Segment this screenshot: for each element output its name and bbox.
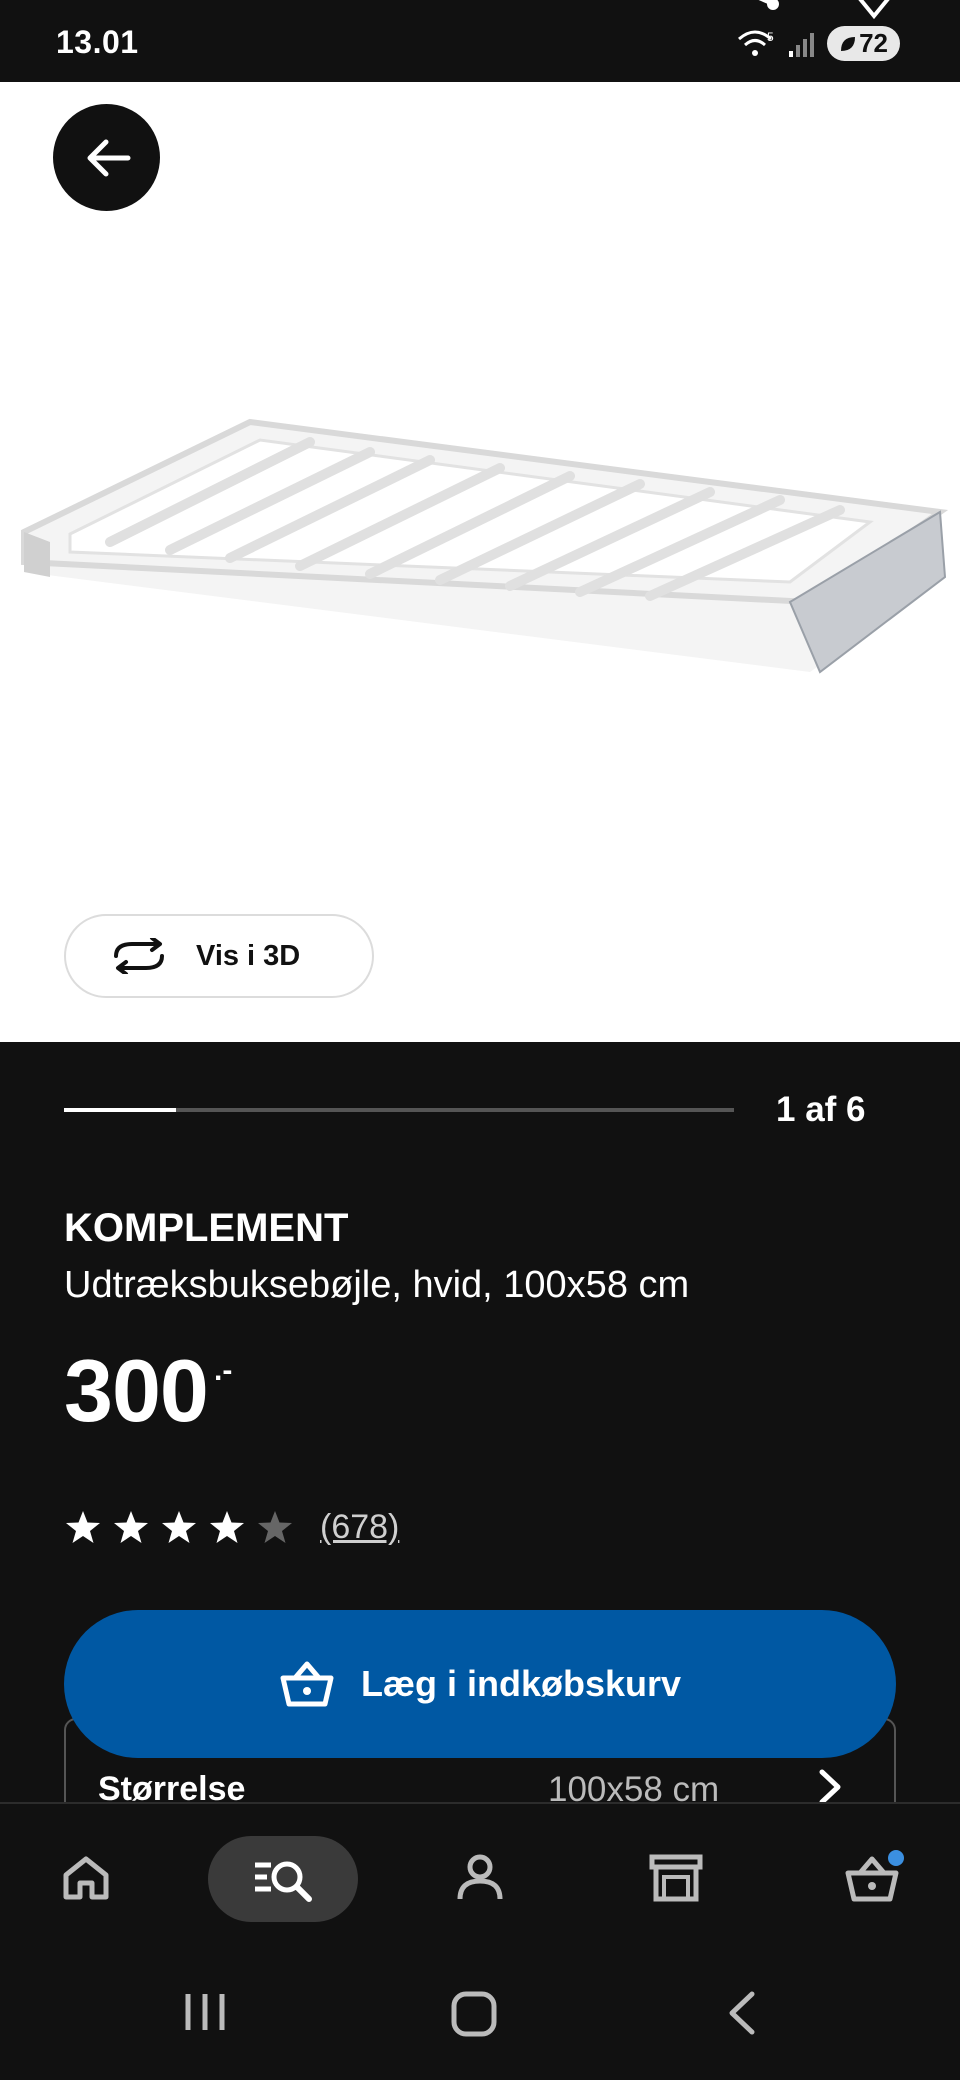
star-filled-icon bbox=[66, 1510, 100, 1543]
status-bar: 13.01 5 72 bbox=[0, 0, 960, 82]
status-time: 13.01 bbox=[56, 24, 139, 60]
star-empty-icon bbox=[258, 1510, 292, 1543]
product-description: Udtræksbuksebøjle, hvid, 100x58 cm bbox=[64, 1264, 690, 1306]
svg-text:5: 5 bbox=[767, 30, 774, 44]
rating-stars bbox=[64, 1509, 294, 1547]
search-icon bbox=[255, 1861, 312, 1902]
rotate-3d-icon bbox=[114, 938, 164, 974]
nav-stores[interactable] bbox=[636, 1838, 716, 1918]
image-counter: 1 af 6 bbox=[776, 1090, 866, 1129]
nav-search[interactable] bbox=[208, 1836, 358, 1922]
star-filled-icon bbox=[210, 1510, 244, 1543]
bottom-navigation bbox=[0, 1802, 960, 1950]
price-suffix: .- bbox=[214, 1354, 233, 1387]
product-page: 13.01 5 72 Vis i 3D 1 af 6 KOMPLEMENT Ud… bbox=[0, 0, 960, 2080]
battery-level: 72 bbox=[859, 28, 888, 58]
home-icon bbox=[63, 1856, 109, 1900]
recent-apps-icon[interactable] bbox=[180, 1990, 230, 2034]
arrow-left-icon bbox=[87, 139, 130, 176]
cart-badge bbox=[888, 1850, 904, 1866]
review-count-link[interactable]: (678) bbox=[320, 1508, 399, 1547]
gallery-progress-fill bbox=[64, 1108, 176, 1112]
leaf-icon bbox=[841, 36, 856, 51]
rating[interactable]: (678) bbox=[64, 1508, 399, 1547]
nav-profile[interactable] bbox=[440, 1838, 520, 1918]
chevron-right-icon bbox=[819, 1769, 841, 1805]
home-button-icon[interactable] bbox=[450, 1990, 498, 2038]
status-icons: 5 72 bbox=[737, 26, 900, 61]
back-button[interactable] bbox=[53, 104, 160, 211]
profile-icon bbox=[457, 1854, 503, 1900]
signal-icon bbox=[789, 32, 815, 57]
gallery-progress bbox=[64, 1108, 734, 1112]
store-icon bbox=[649, 1854, 703, 1902]
product-brand: KOMPLEMENT bbox=[64, 1206, 349, 1250]
favorite-icon[interactable] bbox=[852, 0, 896, 24]
product-price: 300 bbox=[64, 1341, 209, 1440]
share-icon[interactable] bbox=[735, 0, 785, 26]
battery-indicator: 72 bbox=[827, 26, 900, 61]
wifi-icon: 5 bbox=[738, 30, 774, 56]
add-to-cart-label: Læg i indkøbskurv bbox=[360, 1663, 682, 1704]
view-in-3d-label: Vis i 3D bbox=[196, 939, 301, 972]
basket-icon bbox=[280, 1661, 334, 1707]
system-back-icon[interactable] bbox=[726, 1990, 758, 2036]
view-in-3d-button[interactable]: Vis i 3D bbox=[64, 914, 374, 998]
product-image bbox=[21, 418, 949, 674]
add-to-cart-button[interactable]: Læg i indkøbskurv bbox=[64, 1610, 896, 1758]
nav-cart[interactable] bbox=[832, 1838, 912, 1918]
system-navigation bbox=[0, 1950, 960, 2080]
star-filled-icon bbox=[114, 1510, 148, 1543]
nav-home[interactable] bbox=[46, 1838, 126, 1918]
star-filled-icon bbox=[162, 1510, 196, 1543]
product-media[interactable]: Vis i 3D bbox=[0, 82, 960, 1042]
